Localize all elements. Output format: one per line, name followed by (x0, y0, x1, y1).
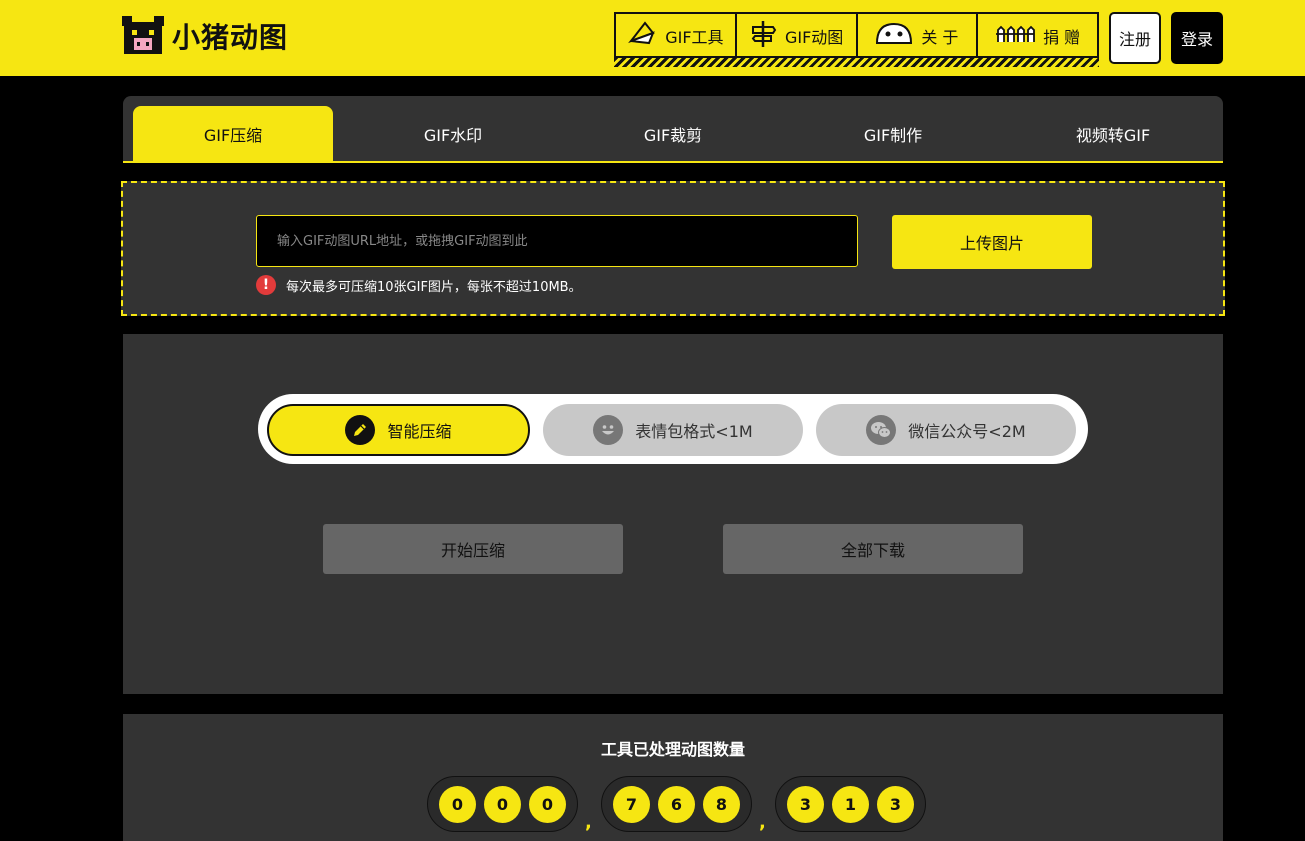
mode-smart-compress[interactable]: 智能压缩 (267, 404, 530, 456)
thousands-separator: , (585, 812, 592, 833)
nav-item-label: 关 于 (921, 28, 959, 47)
digit-group: 7 6 8 (601, 776, 752, 832)
upload-notice-text: 每次最多可压缩10张GIF图片，每张不超过10MB。 (286, 279, 582, 295)
exclamation-icon: ! (256, 275, 276, 295)
counter-digit: 0 (529, 785, 566, 823)
stats-title: 工具已处理动图数量 (600, 740, 745, 759)
thousands-separator: , (759, 812, 766, 833)
mode-wechat-official[interactable]: 微信公众号<2M (816, 404, 1076, 456)
digit-group: 0 0 0 (427, 776, 578, 832)
wechat-icon (866, 415, 897, 445)
upload-drop-zone[interactable]: 上传图片 ! 每次最多可压缩10张GIF图片，每张不超过10MB。 (121, 181, 1225, 316)
logo-text: 小猪动图 (172, 21, 289, 54)
register-button[interactable]: 注册 (1109, 12, 1161, 64)
digit-group: 3 1 3 (775, 776, 926, 832)
nav-item-gif-tools[interactable]: GIF工具 (616, 14, 737, 58)
compress-options-panel: 智能压缩 表情包格式<1M 微信公众号<2M 开始压缩 全部下载 (123, 334, 1223, 694)
pig-logo-icon (122, 16, 164, 56)
nav-item-about[interactable]: 关 于 (858, 14, 979, 58)
counter-digit: 8 (703, 785, 740, 823)
gif-url-input[interactable] (256, 215, 858, 267)
pencil-icon (345, 415, 376, 445)
upload-notice: ! 每次最多可压缩10张GIF图片，每张不超过10MB。 (256, 275, 582, 295)
start-compress-button[interactable]: 开始压缩 (323, 524, 623, 574)
fence-icon (995, 24, 1035, 48)
mode-label: 智能压缩 (387, 422, 452, 441)
nav-item-label: GIF动图 (784, 28, 844, 47)
nav-item-label: GIF工具 (665, 28, 724, 47)
site-header: 小猪动图 GIF工具 GIF动图 关 于 捐 赠 注册 登录 (0, 0, 1305, 76)
mode-sticker-format[interactable]: 表情包格式<1M (543, 404, 803, 456)
counter-digit: 1 (832, 785, 869, 823)
tool-tabs: GIF压缩 GIF水印 GIF裁剪 GIF制作 视频转GIF (123, 96, 1223, 163)
counter-digit: 0 (484, 785, 521, 823)
nav-item-gif-images[interactable]: GIF动图 (737, 14, 858, 58)
tab-gif-crop[interactable]: GIF裁剪 (573, 106, 773, 161)
tab-gif-compress[interactable]: GIF压缩 (133, 106, 333, 161)
stats-panel: 工具已处理动图数量 0 0 0 , 7 6 8 , 3 1 3 (123, 714, 1223, 841)
smiley-icon (593, 415, 624, 445)
tab-video-to-gif[interactable]: 视频转GIF (1013, 106, 1213, 161)
tab-gif-watermark[interactable]: GIF水印 (353, 106, 553, 161)
signpost-icon (749, 19, 777, 53)
download-all-button[interactable]: 全部下载 (723, 524, 1023, 574)
mode-label: 微信公众号<2M (908, 422, 1026, 441)
main-nav: GIF工具 GIF动图 关 于 捐 赠 (614, 12, 1099, 67)
compress-mode-selector: 智能压缩 表情包格式<1M 微信公众号<2M (258, 394, 1088, 464)
face-icon (875, 21, 913, 51)
nav-item-label: 捐 赠 (1043, 28, 1081, 47)
fan-icon (627, 19, 657, 53)
tab-gif-make[interactable]: GIF制作 (793, 106, 993, 161)
mode-label: 表情包格式<1M (635, 422, 753, 441)
counter-digit: 3 (877, 785, 914, 823)
upload-image-button[interactable]: 上传图片 (892, 215, 1092, 269)
counter-digit: 7 (613, 785, 650, 823)
logo[interactable]: 小猪动图 (122, 16, 288, 56)
counter-digit: 3 (787, 785, 824, 823)
login-button[interactable]: 登录 (1171, 12, 1223, 64)
nav-item-donate[interactable]: 捐 赠 (978, 14, 1097, 58)
counter-digit: 0 (439, 785, 476, 823)
counter-digit: 6 (658, 785, 695, 823)
